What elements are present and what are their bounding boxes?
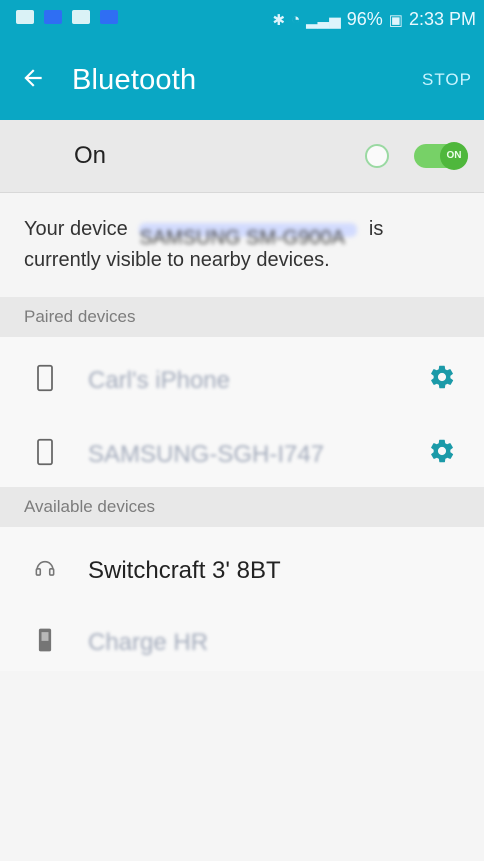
stop-button[interactable]: STOP [422,70,472,90]
toggle-label: On [74,142,107,169]
available-devices-header: Available devices [0,487,484,527]
page-title: Bluetooth [72,64,197,96]
wifi-icon: ◔ [291,11,301,28]
cell-signal-icon: ▂▃▅ [306,11,341,29]
battery-percent: 96% [346,9,383,29]
paired-devices-header: Paired devices [0,297,484,337]
paired-device-row-2[interactable]: SAMSUNG-SGH-I747 [0,411,484,497]
status-left-icons [16,10,118,24]
status-right: ✱ ◔ ▂▃▅ 96% ▣ 2:33 PM [272,9,476,30]
visibility-prefix: Your device [24,218,128,240]
signal-notification-icon [72,10,90,24]
visibility-line-2: currently visible to nearby devices. [24,249,330,271]
paired-device-name-1: Carl's iPhone [88,367,230,394]
switch-knob: ON [440,142,468,170]
blurred-device-name: SAMSUNG SM-G900A [139,222,358,249]
available-device-row-2[interactable]: Charge HR [0,599,484,671]
app-bar: Bluetooth STOP [0,40,484,120]
shield-icon [100,10,118,24]
status-bar: ✱ ◔ ▂▃▅ 96% ▣ 2:33 PM [0,0,484,40]
phone-icon [37,364,53,392]
bluetooth-icon: ✱ [272,11,286,29]
mail-icon [16,10,34,24]
visibility-info: Your device SAMSUNG SM-G900A is currentl… [24,214,454,276]
available-device-name-1: Switchcraft 3' 8BT [88,557,281,584]
paired-device-name-2: SAMSUNG-SGH-I747 [88,441,325,468]
available-device-name-2: Charge HR [88,629,209,656]
headphones-icon [35,561,55,576]
calendar-icon [44,10,62,24]
clock: 2:33 PM [408,9,476,29]
tracker-icon [38,628,52,652]
radio-circle-icon [365,144,389,168]
bluetooth-toggle-row[interactable]: On ON [0,120,484,193]
battery-icon: ▣ [388,11,403,29]
back-arrow-icon[interactable] [20,65,46,91]
bluetooth-switch[interactable]: ON [414,142,468,170]
phone-icon [37,438,53,466]
visibility-suffix: is [368,218,384,240]
gear-icon[interactable] [428,437,456,465]
bluetooth-screen: ✱ ◔ ▂▃▅ 96% ▣ 2:33 PM Bluetooth STOP On … [0,0,484,861]
gear-icon[interactable] [428,363,456,391]
available-device-row-1[interactable]: Switchcraft 3' 8BT [0,527,484,599]
